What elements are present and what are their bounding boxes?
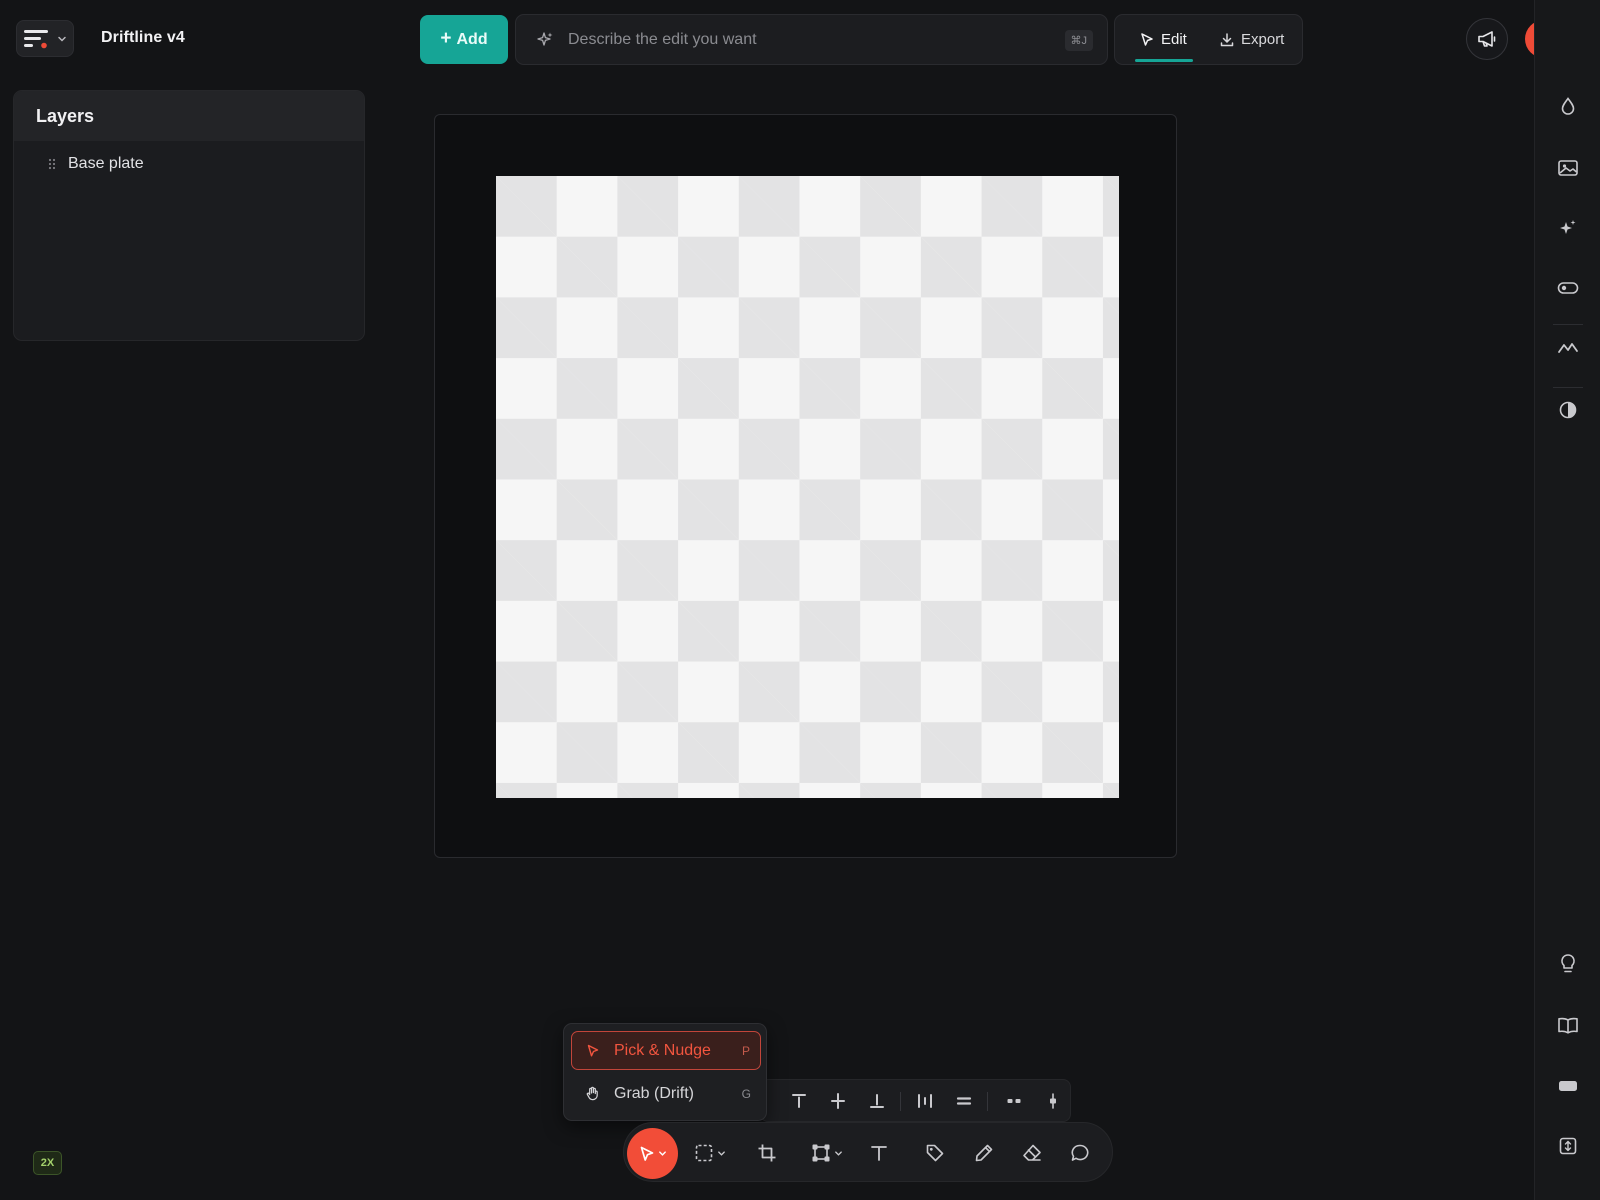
chevron-down-icon (718, 1150, 725, 1156)
menu-item-pick-nudge[interactable]: Pick & Nudge P (571, 1031, 761, 1070)
pointer-icon (587, 1044, 599, 1056)
menu-item-grab-drift[interactable]: Grab (Drift) G (571, 1074, 761, 1113)
tag-tool-button[interactable] (925, 1141, 945, 1165)
crop-tool-button[interactable] (757, 1141, 777, 1165)
marquee-select-icon (695, 1144, 713, 1162)
pencil-icon (975, 1144, 993, 1162)
add-button[interactable]: + Add (420, 15, 508, 64)
plus-icon: + (440, 28, 452, 49)
align-bottom-icon[interactable] (867, 1091, 887, 1111)
announcements-button[interactable] (1466, 18, 1508, 60)
text-icon (871, 1146, 887, 1161)
layers-panel-title: Layers (14, 91, 364, 141)
download-icon (1220, 32, 1234, 46)
comment-icon (1071, 1144, 1089, 1161)
right-tool-rail (1534, 0, 1600, 1200)
chevron-down-icon (659, 1151, 666, 1156)
hand-icon (586, 1086, 598, 1101)
tab-export-label: Export (1241, 31, 1285, 48)
app-menu-button[interactable] (16, 20, 74, 57)
eraser-tool-button[interactable] (1022, 1141, 1042, 1165)
contrast-icon[interactable] (1556, 398, 1580, 422)
zoom-level-badge[interactable]: 2X (33, 1151, 62, 1175)
ai-prompt-input[interactable] (568, 25, 1028, 55)
crop-icon (758, 1144, 776, 1162)
prompt-shortcut-badge: ⌘J (1064, 30, 1093, 51)
waveform-icon[interactable] (1556, 336, 1580, 360)
distribute-horizontal-icon[interactable] (915, 1091, 935, 1111)
tag-icon (926, 1144, 944, 1162)
text-tool-button[interactable] (869, 1141, 889, 1165)
artboard-transparent[interactable] (496, 176, 1119, 798)
transform-tool-button[interactable] (811, 1141, 843, 1165)
pencil-tool-button[interactable] (974, 1141, 994, 1165)
pointer-tool-button[interactable] (627, 1128, 678, 1179)
toggle-icon[interactable] (1556, 276, 1580, 300)
eraser-icon (1023, 1144, 1041, 1161)
book-icon[interactable] (1556, 1013, 1580, 1037)
layers-panel: Layers Base plate (13, 90, 365, 341)
align-top-icon[interactable] (789, 1091, 809, 1111)
pointer-icon (640, 1146, 654, 1161)
spacing-vertical-icon[interactable] (1043, 1091, 1063, 1111)
alignment-toolbar (760, 1079, 1071, 1122)
transform-icon (812, 1144, 830, 1162)
add-button-label: Add (456, 30, 488, 48)
menu-item-label: Pick & Nudge (614, 1041, 711, 1059)
chevron-down-icon (58, 36, 66, 42)
mode-switcher: Edit Export (1114, 14, 1303, 65)
tab-export[interactable]: Export (1219, 15, 1284, 64)
menu-item-shortcut: P (741, 1043, 750, 1058)
menu-item-shortcut: G (741, 1086, 751, 1101)
tab-edit-label: Edit (1161, 31, 1187, 48)
align-middle-icon[interactable] (828, 1091, 848, 1111)
ai-prompt-bar[interactable]: ⌘J (515, 14, 1108, 65)
comment-tool-button[interactable] (1070, 1141, 1090, 1165)
logo-icon (24, 29, 48, 48)
cursor-icon (1141, 32, 1153, 46)
marquee-tool-button[interactable] (694, 1141, 726, 1165)
lightbulb-icon[interactable] (1556, 952, 1580, 976)
distribute-vertical-icon[interactable] (954, 1091, 974, 1111)
layer-item[interactable]: Base plate (14, 147, 364, 181)
chevron-down-icon (835, 1150, 842, 1156)
drag-handle-icon[interactable] (48, 158, 56, 170)
resize-icon[interactable] (1556, 1134, 1580, 1158)
image-icon[interactable] (1556, 156, 1580, 180)
tab-edit[interactable]: Edit (1135, 15, 1193, 64)
sparkle-icon (537, 32, 553, 46)
spacing-horizontal-icon[interactable] (1004, 1091, 1024, 1111)
main-toolbar (623, 1122, 1113, 1182)
menu-item-label: Grab (Drift) (614, 1084, 694, 1102)
droplet-icon[interactable] (1556, 94, 1580, 118)
megaphone-icon (1478, 31, 1496, 47)
layer-item-label: Base plate (68, 155, 144, 172)
sparkle-icon[interactable] (1556, 216, 1580, 240)
keyboard-icon[interactable] (1556, 1074, 1580, 1098)
document-title[interactable]: Driftline v4 (101, 29, 185, 47)
pointer-tool-menu: Pick & Nudge P Grab (Drift) G (563, 1023, 767, 1121)
